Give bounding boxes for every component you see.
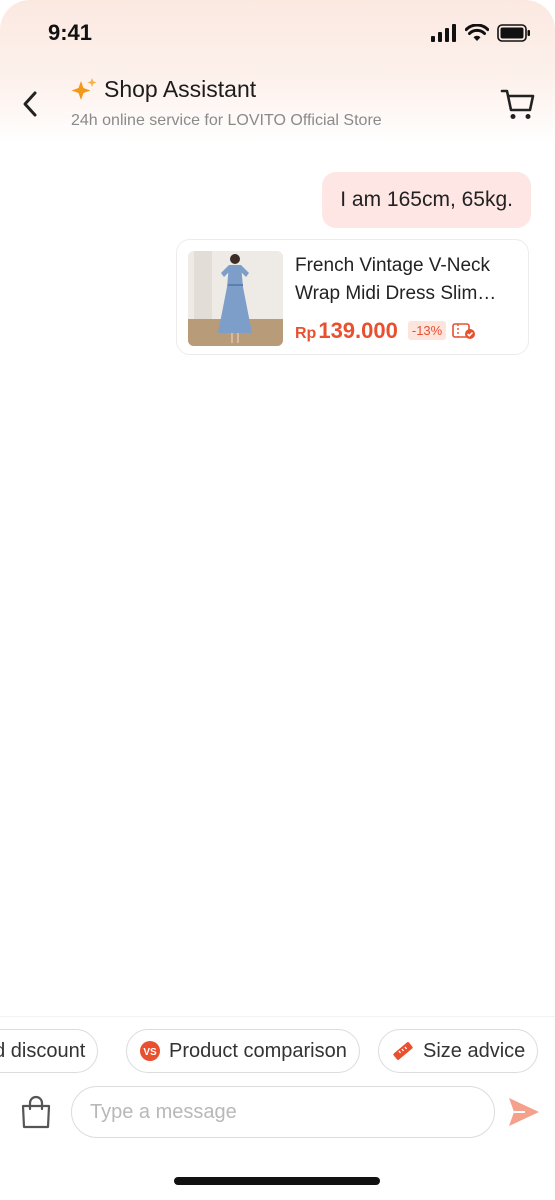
ruler-icon xyxy=(391,1039,415,1063)
chat-area: I am 165cm, 65kg. French Vintage V-Neck … xyxy=(0,142,555,1012)
send-icon xyxy=(509,1098,539,1126)
message-input[interactable] xyxy=(71,1086,495,1138)
status-time: 9:41 xyxy=(48,20,93,45)
chip-label: Product comparison xyxy=(169,1039,347,1062)
shopping-bag-button[interactable] xyxy=(18,1094,54,1130)
cart-icon xyxy=(500,89,535,119)
user-message-bubble: I am 165cm, 65kg. xyxy=(322,172,531,228)
signal-icon xyxy=(431,24,456,42)
price-amount: 139.000 xyxy=(318,318,398,343)
chip-size-advice[interactable]: Size advice xyxy=(378,1029,539,1073)
dress-photo xyxy=(188,251,283,346)
product-name: French Vintage V-Neck Wrap Midi Dress Sl… xyxy=(295,255,497,304)
message-text: I am 165cm, 65kg. xyxy=(340,188,513,211)
send-button[interactable] xyxy=(507,1095,541,1129)
chevron-left-icon xyxy=(23,91,37,117)
price-currency: Rp xyxy=(295,325,317,342)
status-bar: 9:41 xyxy=(0,0,555,66)
wifi-icon xyxy=(465,24,489,41)
price-row: Rp 139.000 -13% xyxy=(295,318,476,344)
voucher-check-icon xyxy=(452,323,476,339)
app-screen: 9:41 Shop Assistant 24h online service f… xyxy=(0,0,555,1200)
chip-label: Size advice xyxy=(423,1039,526,1062)
chat-header: Shop Assistant 24h online service for LO… xyxy=(0,70,555,142)
discount-badge: -13% xyxy=(407,321,447,340)
back-button[interactable] xyxy=(16,86,44,122)
sparkle-icon xyxy=(71,77,97,100)
status-icons xyxy=(431,24,531,42)
shopping-bag-icon xyxy=(21,1095,51,1129)
chip-discount[interactable]: nd discount xyxy=(0,1029,99,1073)
chip-product-comparison[interactable]: VS Product comparison xyxy=(126,1029,360,1073)
product-card[interactable]: French Vintage V-Neck Wrap Midi Dress Sl… xyxy=(176,239,529,355)
vs-icon: VS xyxy=(139,1040,161,1062)
svg-text:VS: VS xyxy=(143,1047,157,1058)
battery-icon xyxy=(497,24,530,42)
page-title: Shop Assistant xyxy=(104,76,257,102)
quick-actions-bar: nd discount VS Product comparison Size a… xyxy=(0,1016,555,1087)
home-indicator xyxy=(174,1177,380,1185)
title-row: Shop Assistant xyxy=(70,76,256,103)
cart-button[interactable] xyxy=(499,86,537,122)
page-subtitle: 24h online service for LOVITO Official S… xyxy=(71,112,382,129)
product-image xyxy=(188,251,283,346)
chip-label: nd discount xyxy=(0,1039,86,1062)
